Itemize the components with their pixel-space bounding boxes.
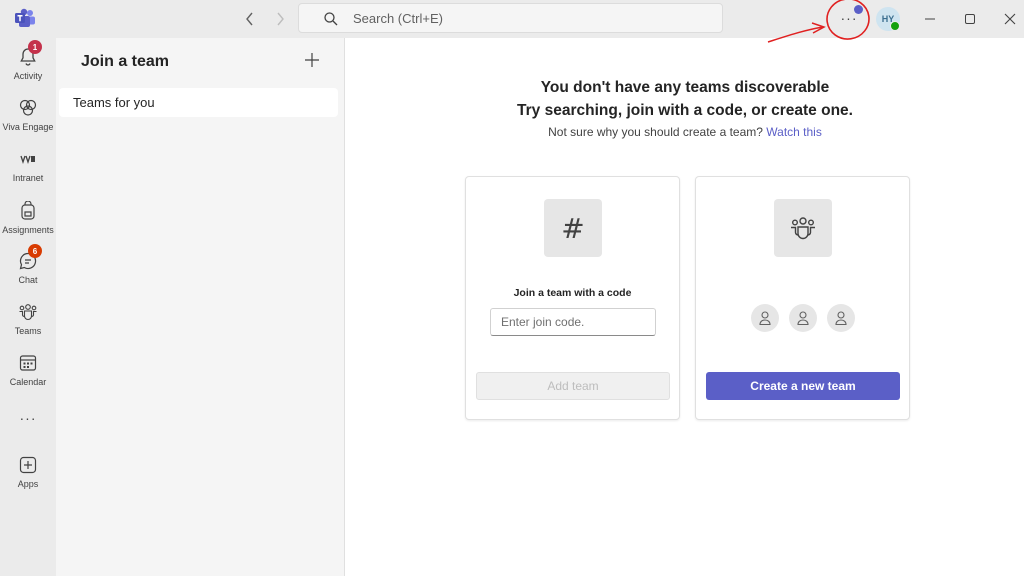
apps-icon: [16, 454, 40, 476]
rail-item-label: Chat: [18, 275, 38, 285]
chat-badge: 6: [28, 244, 42, 258]
join-code-title: Join a team with a code: [513, 287, 632, 299]
minimize-icon[interactable]: [920, 9, 940, 29]
rail-more-button[interactable]: ···: [0, 410, 56, 426]
rail-item-apps[interactable]: Apps: [0, 454, 56, 500]
rail-item-assignments[interactable]: Assignments: [0, 200, 56, 246]
create-team-card: Create a new team: [695, 176, 910, 420]
viva-engage-icon: [16, 97, 40, 119]
team-people-icon: [774, 199, 832, 257]
join-with-code-card: # Join a team with a code Add team: [465, 176, 680, 420]
calendar-icon: [16, 352, 40, 374]
hashtag-icon: #: [544, 199, 602, 257]
people-placeholder-row: [751, 304, 861, 332]
search-placeholder: Search (Ctrl+E): [353, 11, 443, 26]
maximize-icon[interactable]: [960, 9, 980, 29]
rail-item-label: Teams: [14, 326, 42, 336]
panel-title: Join a team: [81, 53, 170, 70]
teams-icon: [16, 301, 40, 323]
search-icon: [323, 11, 339, 27]
help-text: Not sure why you should create a team? W…: [346, 125, 1024, 139]
help-text-label: Not sure why you should create a team?: [548, 125, 763, 139]
watch-this-link[interactable]: Watch this: [766, 125, 822, 139]
rail-item-intranet[interactable]: Intranet: [0, 148, 56, 194]
search-input[interactable]: Search (Ctrl+E): [298, 3, 723, 33]
panel-item-teams-for-you[interactable]: Teams for you: [59, 88, 338, 117]
join-team-panel: Join a team Teams for you: [56, 38, 345, 576]
person-icon: [789, 304, 817, 332]
join-code-input[interactable]: [490, 308, 656, 336]
close-icon[interactable]: [1000, 9, 1020, 29]
backpack-icon: [16, 200, 40, 222]
hashtag-glyph: #: [561, 211, 585, 245]
rail-item-teams[interactable]: Teams: [0, 301, 56, 347]
rail-item-viva-engage[interactable]: Viva Engage: [0, 97, 56, 143]
presence-available-icon: [890, 21, 900, 31]
forward-arrow-icon[interactable]: [270, 9, 290, 29]
title-bar: Search (Ctrl+E) ··· HY: [0, 0, 1024, 38]
person-icon: [751, 304, 779, 332]
rail-item-label: Assignments: [2, 225, 54, 235]
create-new-team-button[interactable]: Create a new team: [706, 372, 900, 400]
rail-item-calendar[interactable]: Calendar: [0, 352, 56, 398]
plus-icon[interactable]: [302, 50, 322, 70]
rail-item-label: Intranet: [12, 173, 44, 183]
teams-logo-icon: [14, 8, 36, 28]
notification-dot: [854, 5, 863, 14]
rail-item-label: Activity: [13, 71, 43, 81]
panel-item-label: Teams for you: [73, 95, 155, 110]
empty-state-subheading: Try searching, join with a code, or crea…: [517, 102, 853, 119]
rail-item-label: Apps: [17, 479, 39, 489]
intranet-icon: [16, 148, 40, 170]
back-arrow-icon[interactable]: [240, 9, 260, 29]
activity-badge: 1: [28, 40, 42, 54]
main-content: You don't have any teams discoverable Tr…: [346, 38, 1024, 576]
rail-item-activity[interactable]: 1 Activity: [0, 40, 56, 92]
rail-item-label: Viva Engage: [2, 122, 54, 132]
add-team-button[interactable]: Add team: [476, 372, 670, 400]
rail-item-label: Calendar: [9, 377, 47, 387]
empty-state-heading: You don't have any teams discoverable: [540, 79, 830, 96]
app-rail: 1 Activity Viva Engage Intranet Assignme…: [0, 38, 56, 576]
person-icon: [827, 304, 855, 332]
rail-item-chat[interactable]: 6 Chat: [0, 244, 56, 296]
